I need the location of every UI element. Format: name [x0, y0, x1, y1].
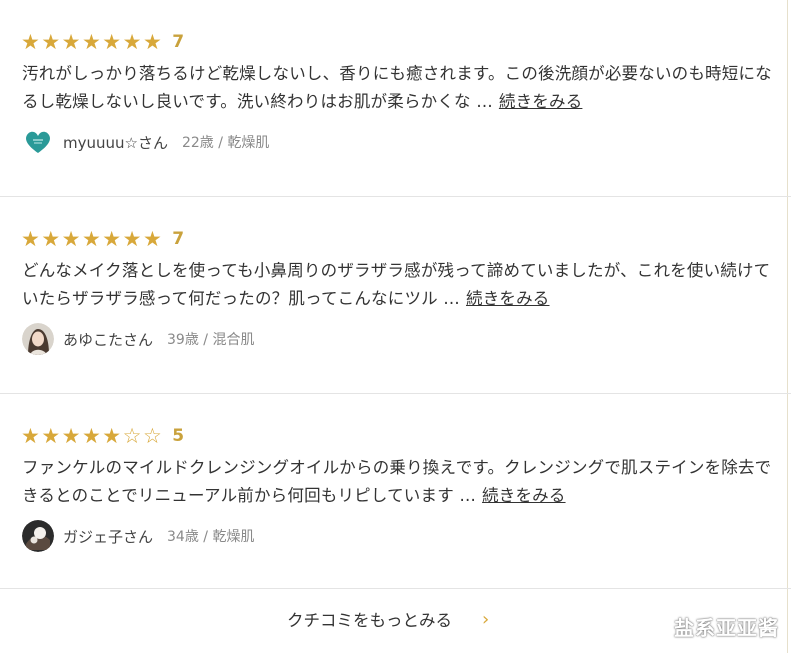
review-text: ファンケルのマイルドクレンジングオイルからの乗り換えです。クレンジングで肌ステイ…: [22, 454, 772, 510]
watermark: 盐系亚亚酱: [674, 616, 779, 640]
heart-avatar-icon[interactable]: [22, 126, 54, 158]
star-rating: ★★★★★☆☆: [21, 424, 164, 448]
rating-score: 7: [172, 32, 185, 52]
reviewer: あゆこたさん 39歳 / 混合肌: [22, 323, 254, 355]
review-card: ★★★★★★★ 7 どんなメイク落としを使っても小鼻周りのザラザラ感が残って諦め…: [0, 197, 791, 394]
review-body: ファンケルのマイルドクレンジングオイルからの乗り換えです。クレンジングで肌ステイ…: [22, 458, 772, 505]
rating-row: ★★★★★★★ 7: [21, 30, 184, 54]
more-reviews-label: クチコミをもっとみる: [287, 611, 452, 630]
rating-row: ★★★★★★★ 7: [21, 227, 184, 251]
review-body: 汚れがしっかり落ちるけど乾燥しないし、香りにも癒されます。この後洗顔が必要ないの…: [22, 64, 772, 111]
rating-score: 7: [172, 229, 185, 249]
more-reviews-link[interactable]: クチコミをもっとみる ›: [287, 607, 489, 631]
reviewer-meta: 34歳 / 乾燥肌: [167, 529, 255, 545]
rating-score: 5: [172, 426, 185, 446]
review-text: 汚れがしっかり落ちるけど乾燥しないし、香りにも癒されます。この後洗顔が必要ないの…: [22, 60, 772, 116]
review-text: どんなメイク落としを使っても小鼻周りのザラザラ感が残って諦めていましたが、これを…: [22, 257, 772, 313]
portrait-avatar-icon[interactable]: [22, 323, 54, 355]
read-more-link[interactable]: 続きをみる: [499, 92, 583, 111]
star-rating: ★★★★★★★: [21, 227, 164, 251]
reviewer-meta: 39歳 / 混合肌: [167, 332, 255, 348]
footer: クチコミをもっとみる ›: [0, 588, 788, 653]
rating-row: ★★★★★☆☆ 5: [21, 424, 184, 448]
reviewer-name[interactable]: ガジェ子さん: [63, 526, 153, 547]
read-more-link[interactable]: 続きをみる: [482, 486, 566, 505]
photo-avatar-icon[interactable]: [22, 520, 54, 552]
review-card: ★★★★★★★ 7 汚れがしっかり落ちるけど乾燥しないし、香りにも癒されます。こ…: [0, 0, 791, 197]
chevron-right-icon: ›: [482, 608, 490, 630]
reviewer-name[interactable]: myuuuu☆さん: [63, 132, 168, 153]
star-rating: ★★★★★★★: [21, 30, 164, 54]
reviewer-name[interactable]: あゆこたさん: [63, 329, 153, 350]
read-more-link[interactable]: 続きをみる: [466, 289, 550, 308]
review-card: ★★★★★☆☆ 5 ファンケルのマイルドクレンジングオイルからの乗り換えです。ク…: [0, 394, 791, 589]
reviewer-meta: 22歳 / 乾燥肌: [181, 135, 270, 151]
reviewer: ガジェ子さん 34歳 / 乾燥肌: [22, 520, 254, 552]
review-body: どんなメイク落としを使っても小鼻周りのザラザラ感が残って諦めていましたが、これを…: [22, 261, 771, 308]
reviewer: myuuuu☆さん 22歳 / 乾燥肌: [22, 126, 269, 158]
